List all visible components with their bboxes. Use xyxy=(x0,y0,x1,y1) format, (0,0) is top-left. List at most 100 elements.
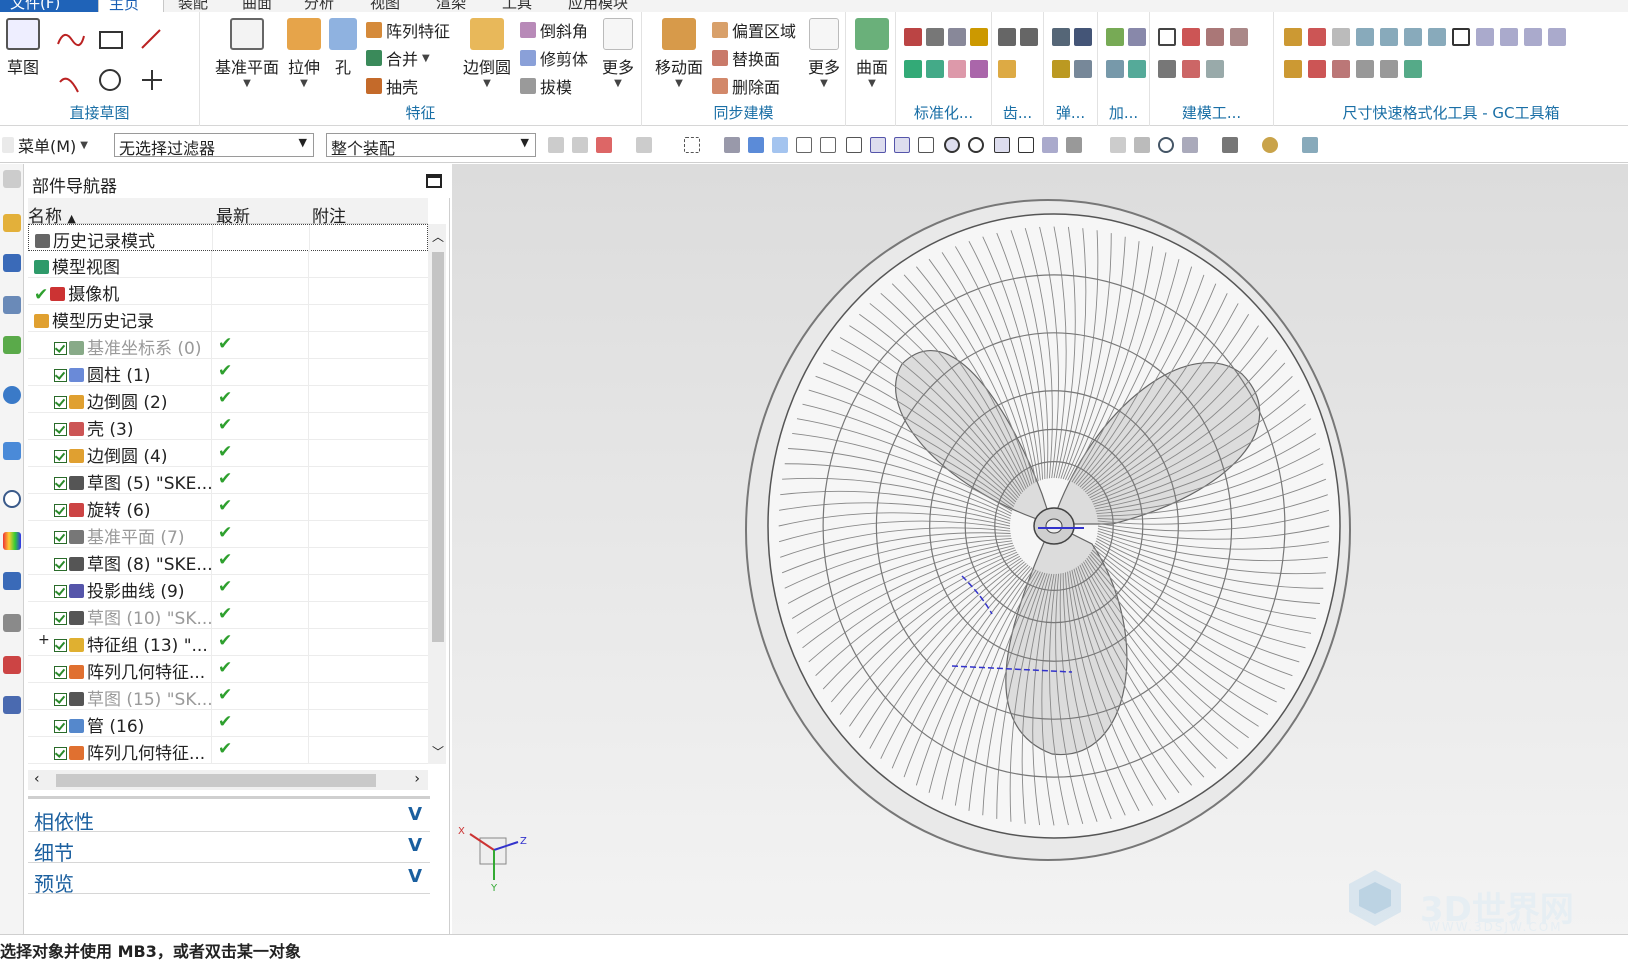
checkbox[interactable] xyxy=(54,477,67,490)
tree-node[interactable]: 阵列几何特征... ✔ xyxy=(28,656,428,683)
tool-icon-h[interactable] xyxy=(970,60,988,78)
move-face-button[interactable]: 移动面 ▼ xyxy=(652,18,706,89)
tree-node[interactable]: 历史记录模式 xyxy=(28,224,428,252)
checkbox[interactable] xyxy=(54,666,67,679)
checkbox[interactable] xyxy=(54,396,67,409)
gc-tool-icon-17[interactable] xyxy=(1380,60,1398,78)
tab-file[interactable]: 文件(F) xyxy=(0,0,98,12)
checkbox[interactable] xyxy=(54,504,67,517)
gc-tool-icon-11[interactable] xyxy=(1524,28,1542,46)
scrollbar-thumb[interactable] xyxy=(432,252,444,642)
tab-surface[interactable]: 曲面 xyxy=(232,0,282,12)
tree-node[interactable]: 基准平面 (7) ✔ xyxy=(28,521,428,548)
point-select-icon[interactable] xyxy=(772,137,788,153)
panel-dependencies[interactable]: 相依性 V xyxy=(28,802,430,834)
tab-assembly[interactable]: 装配 xyxy=(168,0,218,12)
history-icon[interactable] xyxy=(3,442,21,460)
zoom-icon[interactable] xyxy=(1134,137,1150,153)
curve-snap-icon-2[interactable] xyxy=(870,137,886,153)
gc-tool-icon-6[interactable] xyxy=(1404,28,1422,46)
navigator-horizontal-scrollbar[interactable]: ‹ › xyxy=(28,770,428,790)
add-tool-icon-3[interactable] xyxy=(1106,60,1124,78)
grid-snap-icon[interactable] xyxy=(1066,137,1082,153)
checkbox[interactable] xyxy=(54,450,67,463)
gc-tool-icon-3[interactable] xyxy=(1332,28,1350,46)
gc-tool-icon-13[interactable] xyxy=(1284,60,1302,78)
shading-icon[interactable] xyxy=(1262,137,1278,153)
tree-node[interactable]: 阵列几何特征... ✔ xyxy=(28,737,428,764)
gc-tool-icon-10[interactable] xyxy=(1500,28,1518,46)
orient-view-icon[interactable] xyxy=(1182,137,1198,153)
gc-tool-icon-8[interactable] xyxy=(1452,28,1470,46)
replace-face-button[interactable]: 替换面 xyxy=(712,46,780,70)
checkbox[interactable] xyxy=(54,693,67,706)
assembly-navigator-icon[interactable] xyxy=(3,214,21,232)
add-tool-icon-4[interactable] xyxy=(1128,60,1146,78)
draft-button[interactable]: 拔模 xyxy=(520,74,572,98)
tree-node[interactable]: 投影曲线 (9) ✔ xyxy=(28,575,428,602)
tree-node[interactable]: 壳 (3) ✔ xyxy=(28,413,428,440)
reuse-library-icon[interactable] xyxy=(3,336,21,354)
gc-tool-icon-9[interactable] xyxy=(1476,28,1494,46)
intersection-snap-icon[interactable] xyxy=(994,137,1010,153)
offset-region-button[interactable]: 偏置区域 xyxy=(712,18,796,42)
part-navigator-icon[interactable] xyxy=(3,296,21,314)
selection-scope-dropdown[interactable]: 整个装配 ▼ xyxy=(326,133,536,158)
add-tool-icon-2[interactable] xyxy=(1128,28,1146,46)
modeling-tool-icon-7[interactable] xyxy=(1206,60,1224,78)
spring-tool-icon-3[interactable] xyxy=(1052,60,1070,78)
modeling-tool-icon-5[interactable] xyxy=(1158,60,1176,78)
gear-tool-icon-2[interactable] xyxy=(1020,28,1038,46)
gc-tool-icon[interactable] xyxy=(1284,28,1302,46)
tree-node[interactable]: 旋转 (6) ✔ xyxy=(28,494,428,521)
gc-tool-icon-15[interactable] xyxy=(1332,60,1350,78)
tool-icon-a[interactable] xyxy=(904,28,922,46)
curve-snap-icon[interactable] xyxy=(846,137,862,153)
sketch-curve-tools[interactable] xyxy=(52,22,182,102)
modeling-tool-icon-6[interactable] xyxy=(1182,60,1200,78)
gear-tool-icon-3[interactable] xyxy=(998,60,1016,78)
panel-details[interactable]: 细节 V xyxy=(28,833,430,865)
palette-icon[interactable] xyxy=(3,656,21,674)
extrude-button[interactable]: 拉伸 ▼ xyxy=(284,18,324,89)
select-icon-2[interactable] xyxy=(636,137,652,153)
rectangle-select-icon[interactable] xyxy=(684,137,700,153)
gc-tool-icon-12[interactable] xyxy=(1548,28,1566,46)
datum-plane-button[interactable]: 基准平面 ▼ xyxy=(212,18,282,89)
rotate-icon[interactable] xyxy=(1158,137,1174,153)
modeling-tool-icon[interactable] xyxy=(1158,28,1176,46)
gc-tool-icon-18[interactable] xyxy=(1404,60,1422,78)
tab-analysis[interactable]: 分析 xyxy=(294,0,344,12)
chevron-down-icon[interactable]: V xyxy=(408,835,422,856)
center-snap-icon[interactable] xyxy=(944,137,960,153)
sketch-button[interactable]: 草图 xyxy=(4,18,42,78)
chevron-down-icon[interactable]: ﹀ xyxy=(432,743,444,760)
system-materials-icon[interactable] xyxy=(3,532,21,550)
checkbox[interactable] xyxy=(54,531,67,544)
select-icon[interactable] xyxy=(596,137,612,153)
tree-node[interactable]: 基准坐标系 (0) ✔ xyxy=(28,332,428,359)
tool-icon-c[interactable] xyxy=(948,28,966,46)
tree-node[interactable]: 管 (16) ✔ xyxy=(28,710,428,737)
merge-button[interactable]: 合并 ▼ xyxy=(366,46,430,70)
quadrant-snap-icon[interactable] xyxy=(968,137,984,153)
navigator-vertical-scrollbar[interactable]: ︿ ﹀ xyxy=(428,224,446,764)
more-sync-button[interactable]: 更多 ▼ xyxy=(806,18,842,89)
tree-node[interactable]: 模型视图 xyxy=(28,251,428,278)
tangent-snap-icon[interactable] xyxy=(918,137,934,153)
roles-icon[interactable] xyxy=(3,614,21,632)
gc-tool-icon-7[interactable] xyxy=(1428,28,1446,46)
fan-model[interactable] xyxy=(452,164,1628,934)
graphics-window[interactable]: X Z Y xyxy=(452,164,1628,934)
tree-node[interactable]: 圆柱 (1) ✔ xyxy=(28,359,428,386)
spring-tool-icon[interactable] xyxy=(1052,28,1070,46)
gc-tool-icon-14[interactable] xyxy=(1308,60,1326,78)
line-snap-icon-2[interactable] xyxy=(820,137,836,153)
checkbox[interactable] xyxy=(54,639,67,652)
snap-icon-2[interactable] xyxy=(572,137,588,153)
expand-icon[interactable]: + xyxy=(38,632,50,648)
tab-view[interactable]: 视图 xyxy=(360,0,410,12)
tree-node[interactable]: 边倒圆 (2) ✔ xyxy=(28,386,428,413)
tree-node[interactable]: 边倒圆 (4) ✔ xyxy=(28,440,428,467)
chamfer-button[interactable]: 倒斜角 xyxy=(520,18,588,42)
